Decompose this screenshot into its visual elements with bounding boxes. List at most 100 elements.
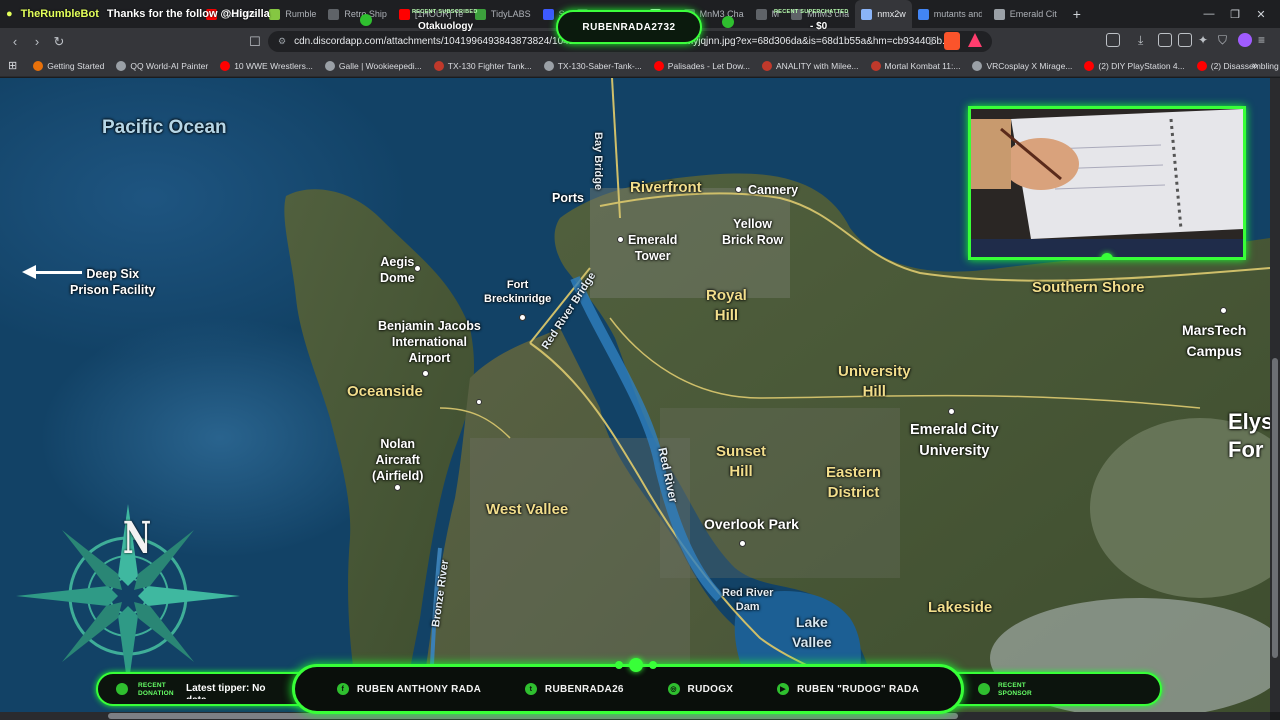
overlook-park-marker <box>739 540 746 547</box>
bookmark-item[interactable]: TX-130 Fighter Tank... <box>428 60 538 71</box>
bookmark-item[interactable]: (2) Disassembling a... <box>1191 60 1280 71</box>
social-handle: RUBEN ANTHONY RADA <box>356 683 482 695</box>
ai-icon[interactable]: ✦ <box>1198 33 1212 47</box>
aegis-dome-label: Aegis Dome <box>380 255 415 285</box>
bookmark-item[interactable]: 10 WWE Wrestlers... <box>214 60 319 71</box>
bookmark-item[interactable]: Mortal Kombat 11:... <box>865 60 967 71</box>
facebook-icon: f <box>336 683 349 695</box>
bookmark-label: Galle | Wookieepedi... <box>338 60 422 71</box>
webcam-indicator-icon <box>1101 253 1113 257</box>
bookmark-star-icon[interactable]: ☐ <box>244 31 266 53</box>
rumble-logo-icon: ● <box>6 8 13 20</box>
browser-tab[interactable]: TidyLABS <box>469 0 537 28</box>
island-marker <box>476 399 482 405</box>
new-tab-button[interactable]: + <box>1063 0 1091 28</box>
channel-username: RUBENRADA2732 <box>582 21 676 33</box>
site-info-icon[interactable]: ⚙ <box>278 36 286 47</box>
follow-alert: ● TheRumbleBot Thanks for the follow @Hi… <box>0 0 270 28</box>
marstech-label: MarsTech Campus <box>1182 322 1247 359</box>
bot-name: TheRumbleBot <box>20 8 99 20</box>
airport-marker <box>422 370 429 377</box>
bookmark-item[interactable]: QQ World-AI Painter <box>110 60 214 71</box>
bookmark-item[interactable]: Galle | Wookieepedi... <box>319 60 428 71</box>
webcam-overlay <box>968 106 1246 260</box>
channel-name-pill: RUBENRADA2732 <box>556 10 702 44</box>
indicator-dots <box>608 658 664 672</box>
bookmark-item[interactable]: Getting Started <box>27 60 110 71</box>
instagram-icon: ◎ <box>667 683 680 695</box>
more-bookmarks-button[interactable]: » <box>1246 60 1264 72</box>
back-icon[interactable]: ‹ <box>4 31 26 53</box>
browser-tab[interactable]: mutants and <box>912 0 988 28</box>
site-icon <box>542 8 554 20</box>
browser-tab[interactable]: nmx2w <box>855 0 912 28</box>
emerald-city-university-label: Emerald City University <box>910 422 999 459</box>
apps-grid-icon[interactable]: ⊞ <box>8 59 27 72</box>
bookmarks-bar: ⊞ Getting Started QQ World-AI Painter 10 W… <box>0 55 1280 77</box>
social-handle: RUBEN "RUDOG" RADA <box>797 683 920 695</box>
site-icon <box>993 8 1005 20</box>
twitter-icon: t <box>524 683 537 695</box>
browser-tab[interactable]: Rumble <box>263 0 322 28</box>
bookmark-item[interactable]: (2) DIY PlayStation 4... <box>1078 60 1190 71</box>
sidebar-icon[interactable] <box>1158 33 1172 47</box>
bookmark-favicon-icon <box>653 60 664 71</box>
pacific-ocean-label: Pacific Ocean <box>102 117 227 138</box>
nolan-aircraft-marker <box>394 484 401 491</box>
bookmark-label: VRCosplay X Mirage... <box>986 60 1073 71</box>
elysian-forest-label: Elys For <box>1228 409 1270 462</box>
bookmark-label: Mortal Kombat 11:... <box>884 60 961 71</box>
brave-rewards-icon[interactable] <box>968 33 982 47</box>
west-vallee-label: West Vallee <box>486 501 569 518</box>
superchat-heart-icon <box>722 16 734 28</box>
bookmark-item[interactable]: ANALITY with Milee... <box>756 60 865 71</box>
download-icon[interactable]: ⤓ <box>1138 33 1152 47</box>
maximize-icon[interactable]: ❐ <box>1222 0 1248 28</box>
aegis-dome-marker <box>414 265 421 272</box>
bookmark-label: (2) DIY PlayStation 4... <box>1098 60 1185 71</box>
lakeside-label: Lakeside <box>928 599 993 616</box>
minimize-icon[interactable]: — <box>1196 0 1222 28</box>
recent-subscriber-name: Otakuology <box>418 21 474 32</box>
bookmark-item[interactable]: VRCosplay X Mirage... <box>966 60 1078 71</box>
bookmark-label: TX-130 Fighter Tank... <box>447 60 532 71</box>
close-icon[interactable]: ✕ <box>1248 0 1274 28</box>
tab-label: mutants and <box>933 9 982 19</box>
bookmark-favicon-icon <box>33 60 44 71</box>
extension-icon[interactable] <box>1106 33 1120 47</box>
bookmark-item[interactable]: TX-130-Saber-Tank-... <box>538 60 648 71</box>
bookmark-favicon-icon <box>324 60 335 71</box>
browser-tab[interactable]: Retro Ship <box>322 0 393 28</box>
bookmark-label: Getting Started <box>47 60 105 71</box>
overlook-park-label: Overlook Park <box>704 516 799 532</box>
tab-label: Emerald Cit <box>1009 9 1057 19</box>
bookmark-list: Getting Started QQ World-AI Painter 10 WWE… <box>27 60 1280 71</box>
tab-label: Rumble <box>285 9 317 19</box>
follow-message: Thanks for the follow @Higzilla <box>106 8 270 20</box>
fort-breckinridge-label: Fort Breckinridge <box>484 279 552 305</box>
recent-donation-label: RECENT DONATION <box>138 682 174 697</box>
recent-subscribed-label: RECENT SUBSCRIBED <box>412 9 478 15</box>
vpn-icon[interactable]: ⛉ <box>1218 33 1232 47</box>
brave-shield-icon[interactable] <box>944 32 960 50</box>
recent-sponsor-label: RECENT SPONSOR <box>998 682 1032 697</box>
bookmark-favicon-icon <box>972 60 983 71</box>
bookmark-item[interactable]: Palisades - Let Dow... <box>648 60 756 71</box>
recent-superchatted-label: RECENT SUPERCHATTED <box>774 9 849 15</box>
forward-icon[interactable]: › <box>26 31 48 53</box>
reload-icon[interactable]: ↻ <box>48 31 70 53</box>
share-icon[interactable]: ⇪ <box>920 31 942 53</box>
menu-icon[interactable]: ≡ <box>1258 33 1272 47</box>
airport-label: Benjamin Jacobs International Airport <box>378 319 481 365</box>
youtube-icon <box>398 8 410 20</box>
profile-icon[interactable] <box>1238 33 1252 47</box>
vertical-scrollbar[interactable] <box>1270 78 1280 712</box>
cannery-label: Cannery <box>748 183 799 197</box>
rumble-icon <box>269 8 281 20</box>
scroll-thumb[interactable] <box>1272 358 1278 658</box>
emerald-tower-marker <box>617 236 624 243</box>
wallet-icon[interactable] <box>1178 33 1192 47</box>
southern-shore-label: Southern Shore <box>1032 279 1145 296</box>
browser-tab[interactable]: Emerald Cit <box>988 0 1063 28</box>
bookmark-favicon-icon <box>1196 60 1207 71</box>
